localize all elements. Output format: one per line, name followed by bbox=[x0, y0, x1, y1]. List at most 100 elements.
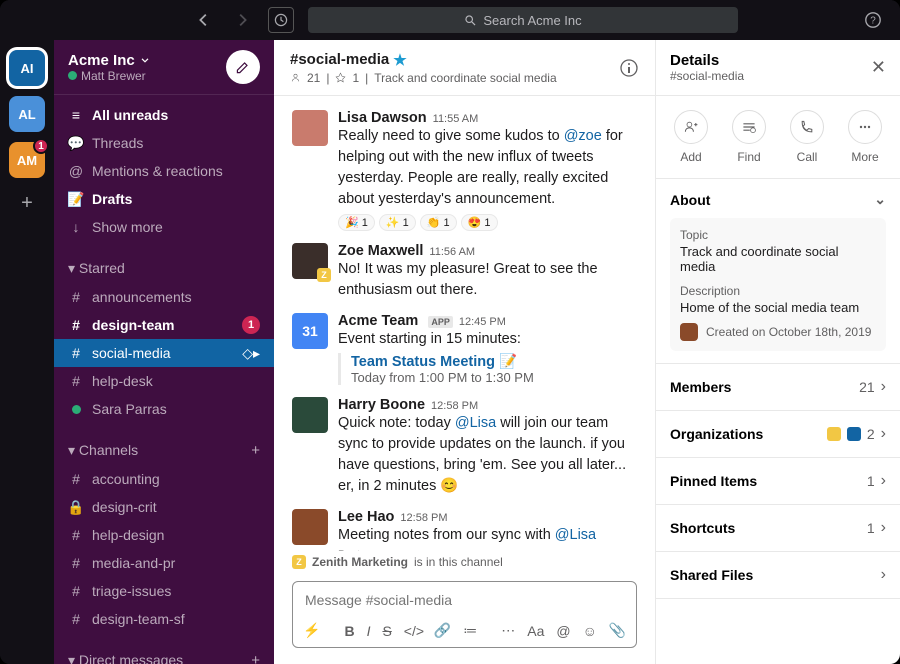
message-author[interactable]: Zoe Maxwell bbox=[338, 243, 423, 259]
help-button[interactable]: ? bbox=[862, 9, 884, 31]
workspace-AM[interactable]: AM1 bbox=[9, 142, 45, 178]
nav-threads[interactable]: 💬Threads bbox=[54, 129, 274, 157]
sidebar-item-triage-issues[interactable]: #triage-issues bbox=[54, 577, 274, 605]
workspace-switcher[interactable]: Acme Inc Matt Brewer bbox=[68, 52, 226, 83]
nav-all-unreads[interactable]: ≡All unreads bbox=[54, 101, 274, 129]
message-author[interactable]: Lee Hao bbox=[338, 509, 394, 525]
avatar[interactable] bbox=[292, 509, 328, 545]
section-direct-messages[interactable]: ▾ Direct messages+ bbox=[54, 645, 274, 664]
details-action-call[interactable]: Call bbox=[790, 110, 824, 164]
avatar[interactable] bbox=[292, 110, 328, 146]
reaction[interactable]: ✨ 1 bbox=[379, 214, 416, 231]
event-title[interactable]: Team Status Meeting 📝 bbox=[351, 353, 637, 370]
message-author[interactable]: Lisa Dawson bbox=[338, 110, 427, 126]
history-button[interactable] bbox=[268, 7, 294, 33]
close-details-button[interactable]: ✕ bbox=[871, 57, 886, 78]
message-text: Quick note: today @Lisa will join our te… bbox=[338, 413, 637, 497]
more-formatting-button[interactable]: ⋯ bbox=[501, 622, 515, 639]
presence-dot-icon bbox=[68, 71, 77, 80]
attach-button[interactable]: 📎 bbox=[609, 622, 626, 639]
reaction[interactable]: 😍 1 bbox=[461, 214, 498, 231]
bold-button[interactable]: B bbox=[344, 623, 354, 639]
italic-button[interactable]: I bbox=[367, 623, 371, 639]
details-title: Details bbox=[670, 52, 744, 69]
add-button[interactable]: + bbox=[251, 652, 260, 664]
reaction[interactable]: 👏 1 bbox=[420, 214, 457, 231]
message-input[interactable] bbox=[293, 582, 636, 618]
avatar[interactable] bbox=[292, 397, 328, 433]
sidebar-item-media-and-pr[interactable]: #media-and-pr bbox=[54, 549, 274, 577]
pin-icon bbox=[335, 72, 346, 83]
list-button[interactable]: ≔ bbox=[463, 622, 477, 639]
format-button[interactable]: Aa bbox=[527, 623, 544, 639]
message: 31Acme TeamAPP12:45 PMEvent starting in … bbox=[292, 307, 637, 391]
nav-mentions-reactions[interactable]: @Mentions & reactions bbox=[54, 157, 274, 185]
message-text: Event starting in 15 minutes: bbox=[338, 329, 637, 350]
mention[interactable]: @Lisa bbox=[555, 527, 596, 543]
sidebar-item-design-team-sf[interactable]: #design-team-sf bbox=[54, 605, 274, 633]
svg-text:?: ? bbox=[870, 16, 876, 27]
history-back-button[interactable] bbox=[192, 8, 216, 32]
message: Lee Hao12:58 PMMeeting notes from our sy… bbox=[292, 503, 637, 551]
nav-drafts[interactable]: 📝Drafts bbox=[54, 185, 274, 213]
sidebar-item-help-desk[interactable]: #help-desk bbox=[54, 367, 274, 395]
strike-button[interactable]: S bbox=[382, 623, 391, 639]
lightning-button[interactable]: ⚡ bbox=[303, 622, 320, 639]
details-action-find[interactable]: Find bbox=[732, 110, 766, 164]
nav-show-more[interactable]: ↓Show more bbox=[54, 213, 274, 241]
message-text: Meeting notes from our sync with @Lisa bbox=[338, 525, 637, 546]
code-button[interactable]: </> bbox=[404, 623, 422, 639]
app-window: Search Acme Inc ? AI AL AM1 + Acme Inc Matt… bbox=[0, 0, 900, 664]
details-row-organizations[interactable]: Organizations2 › bbox=[656, 411, 900, 458]
compose-icon bbox=[235, 59, 251, 75]
composer-toolbar: ⚡ B I S </> 🔗 ≔ ⋯ Aa @ ☺ 📎 bbox=[293, 618, 636, 647]
sidebar-item-design-crit[interactable]: 🔒design-crit bbox=[54, 493, 274, 521]
about-section-toggle[interactable]: About⌄ bbox=[670, 191, 886, 208]
history-forward-button[interactable] bbox=[230, 8, 254, 32]
sidebar-item-accounting[interactable]: #accounting bbox=[54, 465, 274, 493]
sidebar-item-help-design[interactable]: #help-design bbox=[54, 521, 274, 549]
compose-button[interactable] bbox=[226, 50, 260, 84]
details-row-shared-files[interactable]: Shared Files › bbox=[656, 552, 900, 599]
channel-notice: ZZenith Marketingis in this channel bbox=[274, 551, 655, 573]
channel-info-button[interactable] bbox=[619, 58, 639, 78]
workspace-AI[interactable]: AI bbox=[9, 50, 45, 86]
channel-name[interactable]: #social-media★ bbox=[290, 51, 557, 69]
details-row-shortcuts[interactable]: Shortcuts1 › bbox=[656, 505, 900, 552]
sidebar: Acme Inc Matt Brewer ≡All unreads💬Thread… bbox=[54, 40, 274, 664]
add-workspace-button[interactable]: + bbox=[21, 192, 33, 215]
details-action-more[interactable]: More bbox=[848, 110, 882, 164]
sidebar-item-announcements[interactable]: #announcements bbox=[54, 283, 274, 311]
emoji-button[interactable]: ☺ bbox=[583, 623, 597, 639]
message-author[interactable]: Harry Boone bbox=[338, 397, 425, 413]
section-starred[interactable]: ▾ Starred bbox=[54, 253, 274, 283]
avatar[interactable]: 31 bbox=[292, 313, 328, 349]
message-composer: ⚡ B I S </> 🔗 ≔ ⋯ Aa @ ☺ 📎 bbox=[292, 581, 637, 648]
star-icon[interactable]: ★ bbox=[393, 51, 406, 69]
channel-main: #social-media★ 21|1|Track and coordinate… bbox=[274, 40, 656, 664]
sidebar-item-social-media[interactable]: #social-media◇▸ bbox=[54, 339, 274, 367]
details-row-pinned-items[interactable]: Pinned Items1 › bbox=[656, 458, 900, 505]
reaction[interactable]: 🎉 1 bbox=[338, 214, 375, 231]
message-author[interactable]: Acme Team bbox=[338, 313, 418, 329]
details-action-add[interactable]: Add bbox=[674, 110, 708, 164]
message-list: Lisa Dawson11:55 AMReally need to give s… bbox=[274, 96, 655, 551]
workspace-AL[interactable]: AL bbox=[9, 96, 45, 132]
mention[interactable]: @zoe bbox=[564, 128, 602, 144]
section-channels[interactable]: ▾ Channels+ bbox=[54, 435, 274, 465]
message-text: No! It was my pleasure! Great to see the… bbox=[338, 259, 637, 301]
avatar[interactable]: Z bbox=[292, 243, 328, 279]
message: Lisa Dawson11:55 AMReally need to give s… bbox=[292, 104, 637, 237]
details-panel: Details#social-media ✕ AddFindCallMore A… bbox=[656, 40, 900, 664]
chevron-down-icon bbox=[139, 54, 151, 66]
add-button[interactable]: + bbox=[251, 442, 260, 459]
sidebar-item-sara-parras[interactable]: Sara Parras bbox=[54, 395, 274, 423]
details-row-members[interactable]: Members21 › bbox=[656, 364, 900, 411]
mention-button[interactable]: @ bbox=[556, 623, 570, 639]
message: ZZoe Maxwell11:56 AMNo! It was my pleasu… bbox=[292, 237, 637, 307]
workspace-rail: AI AL AM1 + bbox=[0, 40, 54, 664]
sidebar-item-design-team[interactable]: #design-team1 bbox=[54, 311, 274, 339]
mention[interactable]: @Lisa bbox=[455, 415, 496, 431]
search-input[interactable]: Search Acme Inc bbox=[308, 7, 738, 33]
link-button[interactable]: 🔗 bbox=[434, 622, 451, 639]
